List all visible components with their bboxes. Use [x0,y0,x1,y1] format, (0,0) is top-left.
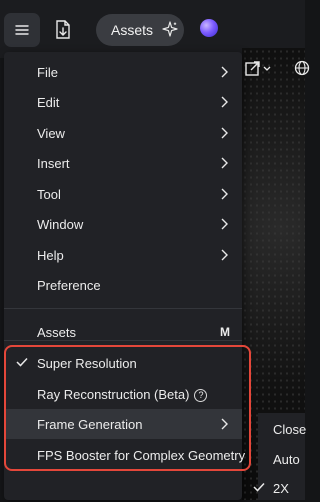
menu-item-label: Super Resolution [37,356,137,371]
menu-item-super-resolution[interactable]: Super Resolution [4,348,242,378]
chevron-right-icon [221,96,228,108]
menu-item-label: FPS Booster for Complex Geometry [37,448,246,463]
menu-item-label: Frame Generation [37,417,143,432]
menu-item-label: Tool [37,187,61,202]
menu-item-frame-generation[interactable]: Frame Generation [4,409,242,439]
menu-item-edit[interactable]: Edit [4,87,242,117]
submenu-item-auto[interactable]: Auto [258,445,305,473]
menu-divider [4,340,242,341]
frame-generation-submenu: Close Auto 2X [253,413,307,502]
submenu-item-label: 2X [273,481,289,496]
chevron-right-icon [221,188,228,200]
submenu-item-label: Close [273,422,307,437]
menu-item-text: Ray Reconstruction (Beta) [37,387,190,402]
submenu-item-close[interactable]: Close [258,415,307,443]
chevron-right-icon [221,218,228,230]
menu-item-label: Ray Reconstruction (Beta)? [37,387,208,402]
menu-item-label: Preference [37,278,101,293]
menu-item-label: Insert [37,156,70,171]
menu-item-label: Edit [37,95,60,110]
ai-assistant-orb[interactable] [200,19,218,37]
chevron-right-icon [221,249,228,261]
import-file-icon [56,20,70,39]
menu-item-insert[interactable]: Insert [4,148,242,178]
assets-label: Assets [111,22,154,38]
menu-item-label: File [37,65,58,80]
check-icon [253,482,265,492]
menu-item-fps-booster[interactable]: FPS Booster for Complex Geometry [4,440,246,470]
menu-item-window[interactable]: Window [4,209,242,239]
menu-item-assets[interactable]: Assets M [4,317,242,347]
chevron-right-icon [221,157,228,169]
shortcut-label: M [220,325,230,339]
chevron-right-icon [221,66,228,78]
export-icon[interactable] [245,60,273,78]
info-icon[interactable]: ? [194,389,208,402]
menu-item-ray-reconstruction[interactable]: Ray Reconstruction (Beta)? [4,379,242,409]
submenu-item-2x[interactable]: 2X [253,474,305,502]
menu-item-label: Window [37,217,84,232]
sparkle-icon[interactable] [162,21,178,37]
menu-item-label: Assets [37,325,77,340]
main-menu-button[interactable] [4,13,40,47]
hamburger-icon [15,25,29,35]
menu-item-view[interactable]: View [4,118,242,148]
menu-item-preference[interactable]: Preference [4,270,242,300]
chevron-right-icon [221,127,228,139]
assets-button[interactable]: Assets [96,14,184,46]
check-icon [16,357,28,367]
globe-icon[interactable] [294,60,310,76]
menu-item-label: View [37,126,65,141]
menu-item-help[interactable]: Help [4,240,242,270]
menu-item-file[interactable]: File [4,57,242,87]
main-menu: File Edit View Insert Tool Window Help P… [4,52,246,500]
submenu-item-label: Auto [273,452,300,467]
menu-divider [4,308,242,309]
menu-item-label: Help [37,248,64,263]
chevron-right-icon [221,418,228,430]
import-button[interactable] [50,13,76,47]
menu-item-tool[interactable]: Tool [4,179,242,209]
